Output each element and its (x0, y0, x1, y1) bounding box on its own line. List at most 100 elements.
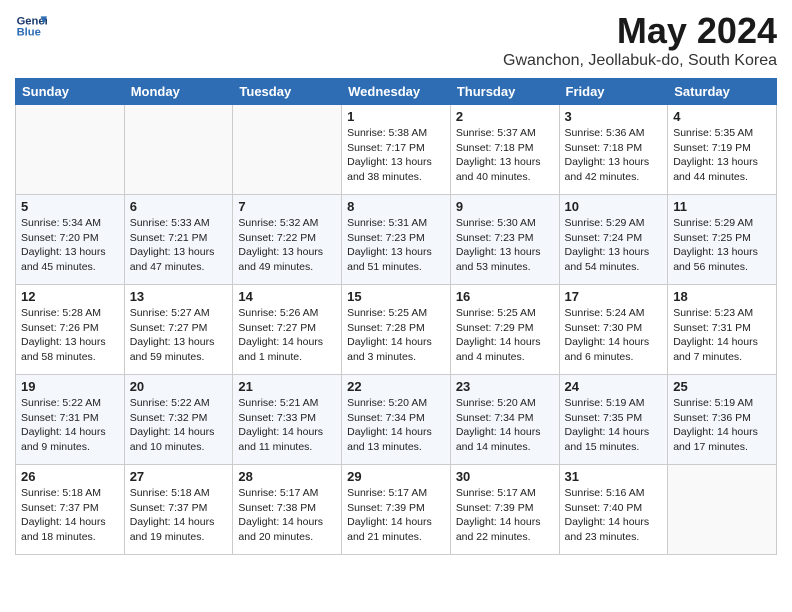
calendar-cell: 5Sunrise: 5:34 AMSunset: 7:20 PMDaylight… (16, 195, 125, 285)
day-info: Sunrise: 5:21 AMSunset: 7:33 PMDaylight:… (238, 396, 336, 455)
weekday-header-tuesday: Tuesday (233, 79, 342, 105)
day-number: 14 (238, 289, 336, 304)
day-info: Sunrise: 5:23 AMSunset: 7:31 PMDaylight:… (673, 306, 771, 365)
calendar-cell: 20 Sunrise: 5:22 AMSunset: 7:32 PMDayligh… (124, 375, 233, 465)
day-info: Sunrise: 5:38 AMSunset: 7:17 PMDaylight:… (347, 126, 445, 185)
day-info: Sunrise: 5:28 AMSunset: 7:26 PMDaylight:… (21, 306, 119, 365)
day-number: 20 (130, 379, 228, 394)
day-info: Sunrise: 5:35 AMSunset: 7:19 PMDaylight:… (673, 126, 771, 185)
day-number: 23 (456, 379, 554, 394)
calendar-cell: 16Sunrise: 5:25 AMSunset: 7:29 PMDayligh… (450, 285, 559, 375)
calendar-cell: 2 Sunrise: 5:37 AMSunset: 7:18 PMDaylight… (450, 105, 559, 195)
calendar-cell: 8 Sunrise: 5:31 AMSunset: 7:23 PMDaylight… (342, 195, 451, 285)
day-number: 28 (238, 469, 336, 484)
day-number: 8 (347, 199, 445, 214)
calendar-cell: 23 Sunrise: 5:20 AMSunset: 7:34 PMDayligh… (450, 375, 559, 465)
calendar-cell: 19 Sunrise: 5:22 AMSunset: 7:31 PMDayligh… (16, 375, 125, 465)
calendar-week-1: 1 Sunrise: 5:38 AMSunset: 7:17 PMDaylight… (16, 105, 777, 195)
day-info: Sunrise: 5:19 AMSunset: 7:36 PMDaylight:… (673, 396, 771, 455)
day-info: Sunrise: 5:24 AMSunset: 7:30 PMDaylight:… (565, 306, 663, 365)
calendar-cell: 3 Sunrise: 5:36 AMSunset: 7:18 PMDaylight… (559, 105, 668, 195)
day-info: Sunrise: 5:31 AMSunset: 7:23 PMDaylight:… (347, 216, 445, 275)
day-info: Sunrise: 5:22 AMSunset: 7:31 PMDaylight:… (21, 396, 119, 455)
calendar-cell: 26Sunrise: 5:18 AMSunset: 7:37 PMDayligh… (16, 465, 125, 555)
calendar-cell: 14 Sunrise: 5:26 AMSunset: 7:27 PMDayligh… (233, 285, 342, 375)
day-info: Sunrise: 5:20 AMSunset: 7:34 PMDaylight:… (347, 396, 445, 455)
day-number: 26 (21, 469, 119, 484)
calendar-cell: 12 Sunrise: 5:28 AMSunset: 7:26 PMDayligh… (16, 285, 125, 375)
calendar-cell: 10Sunrise: 5:29 AMSunset: 7:24 PMDayligh… (559, 195, 668, 285)
day-number: 2 (456, 109, 554, 124)
calendar-cell: 31 Sunrise: 5:16 AMSunset: 7:40 PMDayligh… (559, 465, 668, 555)
calendar-week-5: 26 Sunrise: 5:18 AMSunset: 7:37 PMDayligh… (16, 465, 777, 555)
calendar-cell: 29 Sunrise: 5:17 AMSunset: 7:39 PMDayligh… (342, 465, 451, 555)
day-info: Sunrise: 5:20 AMSunset: 7:34 PMDaylight:… (456, 396, 554, 455)
day-number: 29 (347, 469, 445, 484)
month-title: May 2024 (503, 10, 777, 52)
day-number: 7 (238, 199, 336, 214)
calendar-cell (124, 105, 233, 195)
day-number: 3 (565, 109, 663, 124)
day-info: Sunrise: 5:30 AMSunset: 7:23 PMDaylight:… (456, 216, 554, 275)
day-number: 12 (21, 289, 119, 304)
weekday-header-friday: Friday (559, 79, 668, 105)
day-info: Sunrise: 5:33 AMSunset: 7:21 PMDaylight:… (130, 216, 228, 275)
day-info: Sunrise: 5:17 AMSunset: 7:38 PMDaylight:… (238, 486, 336, 545)
day-number: 10 (565, 199, 663, 214)
calendar-cell: 17Sunrise: 5:24 AMSunset: 7:30 PMDayligh… (559, 285, 668, 375)
title-block: May 2024 Gwanchon, Jeollabuk-do, South K… (503, 10, 777, 70)
day-info: Sunrise: 5:36 AMSunset: 7:18 PMDaylight:… (565, 126, 663, 185)
calendar-cell: 7 Sunrise: 5:32 AMSunset: 7:22 PMDaylight… (233, 195, 342, 285)
calendar-cell: 15 Sunrise: 5:25 AMSunset: 7:28 PMDayligh… (342, 285, 451, 375)
logo: General Blue (15, 10, 47, 42)
day-info: Sunrise: 5:18 AMSunset: 7:37 PMDaylight:… (130, 486, 228, 545)
day-number: 25 (673, 379, 771, 394)
calendar-cell: 22Sunrise: 5:20 AMSunset: 7:34 PMDayligh… (342, 375, 451, 465)
calendar-cell: 13Sunrise: 5:27 AMSunset: 7:27 PMDayligh… (124, 285, 233, 375)
day-info: Sunrise: 5:29 AMSunset: 7:25 PMDaylight:… (673, 216, 771, 275)
day-number: 1 (347, 109, 445, 124)
day-number: 18 (673, 289, 771, 304)
calendar-cell: 21Sunrise: 5:21 AMSunset: 7:33 PMDayligh… (233, 375, 342, 465)
calendar-cell: 1 Sunrise: 5:38 AMSunset: 7:17 PMDaylight… (342, 105, 451, 195)
day-info: Sunrise: 5:17 AMSunset: 7:39 PMDaylight:… (347, 486, 445, 545)
weekday-header-thursday: Thursday (450, 79, 559, 105)
day-info: Sunrise: 5:25 AMSunset: 7:29 PMDaylight:… (456, 306, 554, 365)
day-info: Sunrise: 5:22 AMSunset: 7:32 PMDaylight:… (130, 396, 228, 455)
weekday-header-sunday: Sunday (16, 79, 125, 105)
day-number: 27 (130, 469, 228, 484)
day-info: Sunrise: 5:37 AMSunset: 7:18 PMDaylight:… (456, 126, 554, 185)
calendar-cell: 30 Sunrise: 5:17 AMSunset: 7:39 PMDayligh… (450, 465, 559, 555)
day-info: Sunrise: 5:16 AMSunset: 7:40 PMDaylight:… (565, 486, 663, 545)
day-info: Sunrise: 5:19 AMSunset: 7:35 PMDaylight:… (565, 396, 663, 455)
calendar-week-4: 19 Sunrise: 5:22 AMSunset: 7:31 PMDayligh… (16, 375, 777, 465)
day-number: 24 (565, 379, 663, 394)
page-header: General Blue May 2024 Gwanchon, Jeollabu… (15, 10, 777, 70)
location-title: Gwanchon, Jeollabuk-do, South Korea (503, 52, 777, 70)
day-info: Sunrise: 5:25 AMSunset: 7:28 PMDaylight:… (347, 306, 445, 365)
weekday-header-saturday: Saturday (668, 79, 777, 105)
day-info: Sunrise: 5:32 AMSunset: 7:22 PMDaylight:… (238, 216, 336, 275)
day-number: 11 (673, 199, 771, 214)
day-number: 19 (21, 379, 119, 394)
calendar-cell: 18 Sunrise: 5:23 AMSunset: 7:31 PMDayligh… (668, 285, 777, 375)
day-number: 15 (347, 289, 445, 304)
calendar-cell: 24 Sunrise: 5:19 AMSunset: 7:35 PMDayligh… (559, 375, 668, 465)
day-number: 6 (130, 199, 228, 214)
calendar-table: SundayMondayTuesdayWednesdayThursdayFrid… (15, 78, 777, 555)
day-number: 30 (456, 469, 554, 484)
calendar-cell: 27 Sunrise: 5:18 AMSunset: 7:37 PMDayligh… (124, 465, 233, 555)
calendar-cell: 25 Sunrise: 5:19 AMSunset: 7:36 PMDayligh… (668, 375, 777, 465)
calendar-cell (233, 105, 342, 195)
day-number: 4 (673, 109, 771, 124)
day-number: 9 (456, 199, 554, 214)
calendar-cell: 9 Sunrise: 5:30 AMSunset: 7:23 PMDaylight… (450, 195, 559, 285)
weekday-header-wednesday: Wednesday (342, 79, 451, 105)
day-info: Sunrise: 5:17 AMSunset: 7:39 PMDaylight:… (456, 486, 554, 545)
day-info: Sunrise: 5:26 AMSunset: 7:27 PMDaylight:… (238, 306, 336, 365)
day-number: 5 (21, 199, 119, 214)
calendar-week-3: 12 Sunrise: 5:28 AMSunset: 7:26 PMDayligh… (16, 285, 777, 375)
weekday-header-row: SundayMondayTuesdayWednesdayThursdayFrid… (16, 79, 777, 105)
calendar-cell: 4 Sunrise: 5:35 AMSunset: 7:19 PMDaylight… (668, 105, 777, 195)
day-number: 31 (565, 469, 663, 484)
